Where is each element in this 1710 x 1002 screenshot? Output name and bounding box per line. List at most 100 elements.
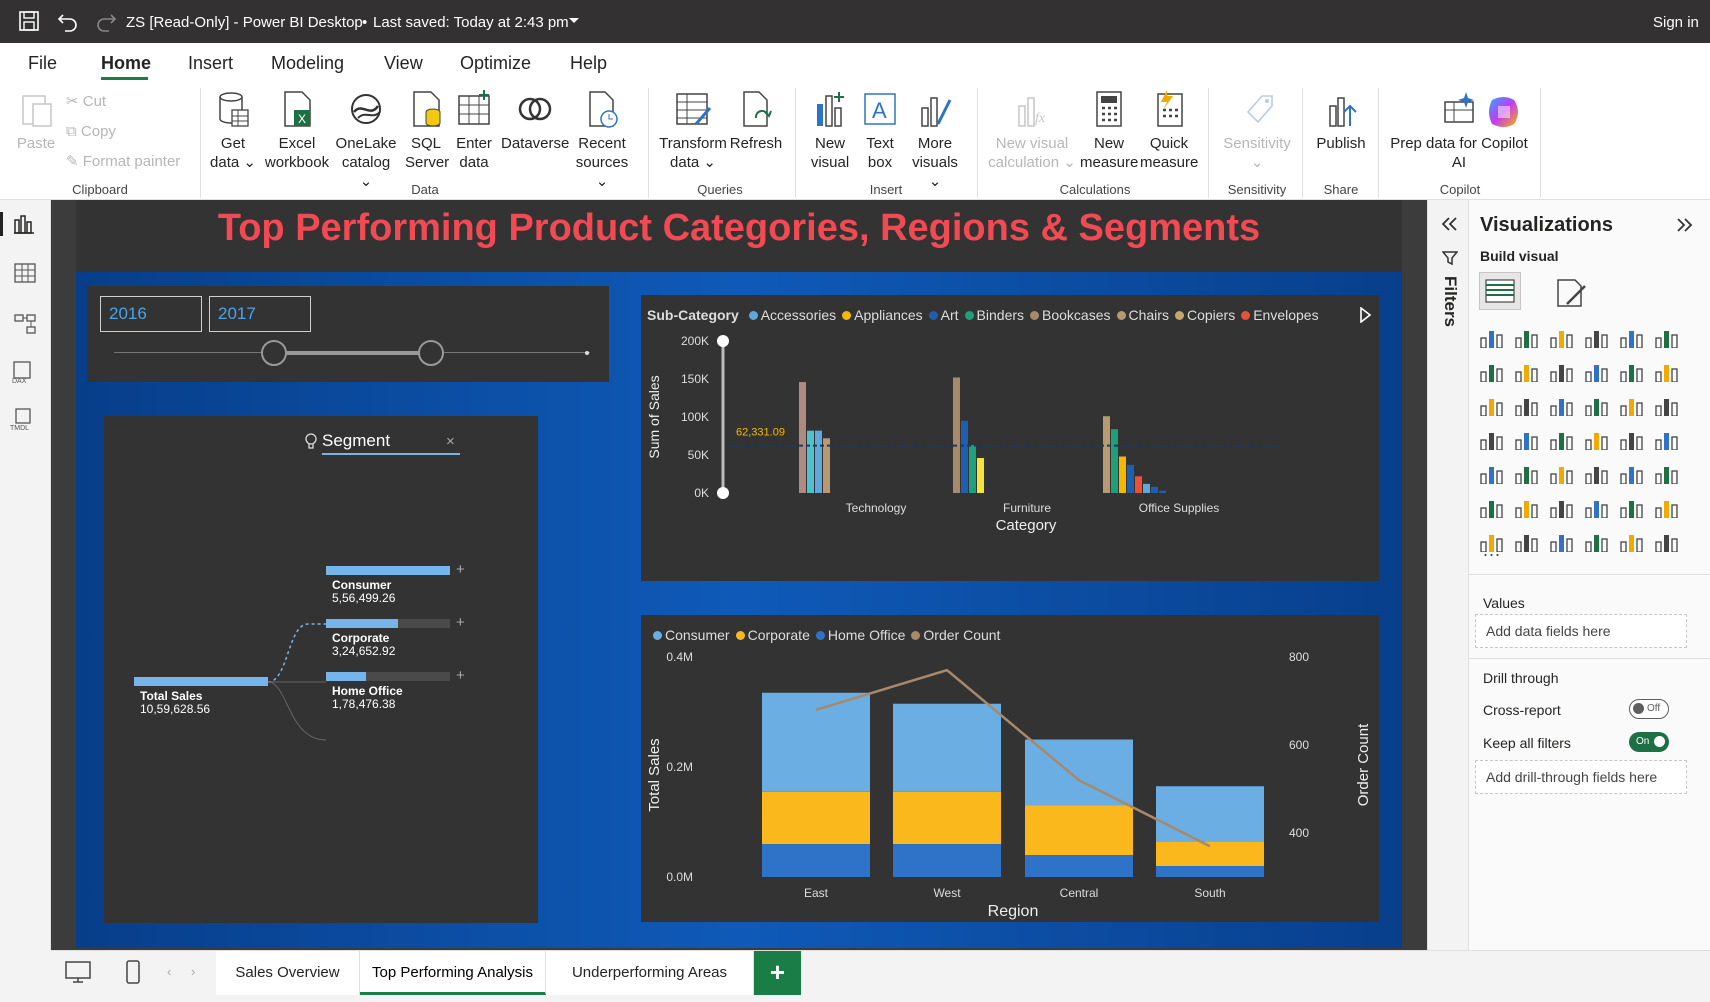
visual-type-icon[interactable] bbox=[1654, 326, 1678, 348]
sign-in-link[interactable]: Sign in bbox=[1653, 14, 1699, 31]
visual-type-icon[interactable] bbox=[1619, 530, 1643, 552]
onelake-catalog-button[interactable]: OneLake catalog ⌄ bbox=[334, 90, 398, 191]
chevron-down-icon[interactable] bbox=[568, 17, 580, 25]
build-visual-tab[interactable] bbox=[1479, 272, 1521, 310]
bar[interactable] bbox=[1111, 429, 1118, 493]
new-measure-button[interactable]: New measure bbox=[1080, 90, 1138, 172]
tab-modeling[interactable]: Modeling bbox=[271, 53, 344, 74]
stacked-bar-segment[interactable] bbox=[762, 791, 870, 844]
legend-item[interactable]: Art bbox=[928, 307, 959, 323]
expand-plus-icon[interactable]: + bbox=[456, 561, 465, 578]
bar[interactable] bbox=[1103, 416, 1110, 493]
drill-through-drop-zone[interactable]: Add drill-through fields here bbox=[1475, 760, 1687, 794]
bar[interactable] bbox=[961, 420, 968, 493]
stacked-bar-segment[interactable] bbox=[893, 703, 1001, 792]
double-chevron-left-icon[interactable] bbox=[1440, 216, 1458, 232]
refresh-button[interactable]: Refresh bbox=[729, 90, 783, 153]
quick-measure-button[interactable]: Quick measure bbox=[1140, 90, 1198, 172]
bar[interactable] bbox=[1119, 456, 1126, 493]
stacked-bar-segment[interactable] bbox=[1025, 855, 1133, 877]
visual-type-icon[interactable] bbox=[1584, 496, 1608, 518]
table-view-icon[interactable] bbox=[14, 263, 36, 283]
paste-button[interactable]: Paste bbox=[14, 90, 58, 153]
decomp-child-bar[interactable] bbox=[326, 672, 366, 681]
new-visual-calculation-button[interactable]: fx New visual calculation ⌄ bbox=[987, 90, 1077, 172]
visual-type-icon[interactable] bbox=[1479, 428, 1503, 450]
visual-type-icon[interactable] bbox=[1584, 428, 1608, 450]
dataverse-button[interactable]: Dataverse bbox=[501, 90, 569, 153]
legend-item[interactable]: Copiers bbox=[1174, 307, 1235, 323]
legend-next-icon[interactable] bbox=[1359, 307, 1371, 323]
visual-type-icon[interactable] bbox=[1549, 326, 1573, 348]
visual-type-icon[interactable] bbox=[1619, 462, 1643, 484]
transform-data-button[interactable]: Transform data ⌄ bbox=[656, 90, 730, 172]
visual-type-icon[interactable] bbox=[1549, 496, 1573, 518]
enter-data-button[interactable]: Enter data bbox=[454, 90, 494, 172]
visual-type-icon[interactable] bbox=[1514, 394, 1538, 416]
decomp-child-bar[interactable] bbox=[326, 619, 398, 628]
expand-plus-icon[interactable]: + bbox=[456, 614, 465, 631]
bar[interactable] bbox=[799, 382, 806, 493]
slicer-start-input[interactable]: 2016 bbox=[100, 296, 202, 332]
slicer-start-handle[interactable] bbox=[261, 340, 287, 366]
page-tab-underperforming[interactable]: Underperforming Areas bbox=[546, 951, 754, 995]
bar[interactable] bbox=[1135, 476, 1142, 493]
visual-type-icon[interactable] bbox=[1584, 394, 1608, 416]
legend-item[interactable]: Binders bbox=[964, 307, 1024, 323]
visual-type-icon[interactable] bbox=[1654, 496, 1678, 518]
visual-type-icon[interactable] bbox=[1549, 360, 1573, 382]
keep-filters-toggle[interactable]: On bbox=[1629, 732, 1669, 752]
bar[interactable] bbox=[977, 458, 984, 493]
visual-type-icon[interactable] bbox=[1479, 360, 1503, 382]
legend-item[interactable]: Bookcases bbox=[1030, 307, 1111, 323]
visual-type-icon[interactable] bbox=[1584, 360, 1608, 382]
mobile-layout-icon[interactable] bbox=[125, 960, 141, 984]
visual-type-icon[interactable] bbox=[1619, 326, 1643, 348]
visual-type-icon[interactable] bbox=[1514, 326, 1538, 348]
visual-type-icon[interactable] bbox=[1549, 394, 1573, 416]
bar[interactable] bbox=[953, 377, 960, 493]
legend-item[interactable]: Order Count bbox=[911, 627, 1000, 643]
copilot-icon[interactable] bbox=[1484, 92, 1524, 132]
double-chevron-right-icon[interactable] bbox=[1675, 217, 1693, 233]
legend-item[interactable]: Accessories bbox=[748, 307, 836, 323]
tmdl-view-icon[interactable]: TMDL bbox=[10, 407, 40, 431]
new-visual-button[interactable]: New visual bbox=[805, 90, 855, 172]
recent-sources-button[interactable]: Recent sources ⌄ bbox=[570, 90, 634, 191]
tab-insert[interactable]: Insert bbox=[188, 53, 233, 74]
visual-type-icon[interactable] bbox=[1619, 428, 1643, 450]
bar[interactable] bbox=[1127, 464, 1134, 493]
filters-pane-collapsed[interactable]: Filters bbox=[1427, 200, 1468, 950]
visual-type-icon[interactable] bbox=[1654, 530, 1678, 552]
visual-type-icon[interactable] bbox=[1584, 462, 1608, 484]
desktop-layout-icon[interactable] bbox=[65, 961, 91, 983]
legend-item[interactable]: Corporate bbox=[735, 627, 810, 643]
legend-item[interactable]: Home Office bbox=[815, 627, 905, 643]
copy-button[interactable]: ⧉ Copy bbox=[66, 122, 116, 141]
legend-item[interactable]: Appliances bbox=[842, 307, 923, 323]
prev-page-icon[interactable]: ‹ bbox=[167, 964, 171, 979]
visual-type-icon[interactable] bbox=[1584, 326, 1608, 348]
bar[interactable] bbox=[1159, 490, 1166, 493]
dax-query-view-icon[interactable]: DAX bbox=[12, 360, 38, 384]
decomp-field-header[interactable]: Segment bbox=[322, 431, 460, 455]
visual-type-icon[interactable] bbox=[1584, 530, 1608, 552]
more-visuals-ellipsis[interactable]: ... bbox=[1483, 540, 1501, 561]
bar[interactable] bbox=[807, 430, 814, 493]
visual-type-icon[interactable] bbox=[1479, 394, 1503, 416]
tab-home[interactable]: Home bbox=[101, 53, 151, 74]
decomp-child-bar[interactable] bbox=[326, 566, 450, 575]
redo-icon[interactable] bbox=[95, 10, 117, 32]
cut-button[interactable]: ✂ Cut bbox=[66, 92, 106, 111]
visual-type-icon[interactable] bbox=[1479, 496, 1503, 518]
save-icon[interactable] bbox=[18, 10, 40, 32]
visual-type-icon[interactable] bbox=[1514, 462, 1538, 484]
visual-type-icon[interactable] bbox=[1654, 394, 1678, 416]
publish-button[interactable]: Publish bbox=[1310, 90, 1372, 153]
values-drop-zone[interactable]: Add data fields here bbox=[1475, 614, 1687, 648]
visual-type-icon[interactable] bbox=[1514, 428, 1538, 450]
tab-view[interactable]: View bbox=[384, 53, 423, 74]
visual-type-icon[interactable] bbox=[1514, 360, 1538, 382]
visual-type-icon[interactable] bbox=[1479, 462, 1503, 484]
excel-workbook-button[interactable]: X Excel workbook bbox=[263, 90, 331, 172]
